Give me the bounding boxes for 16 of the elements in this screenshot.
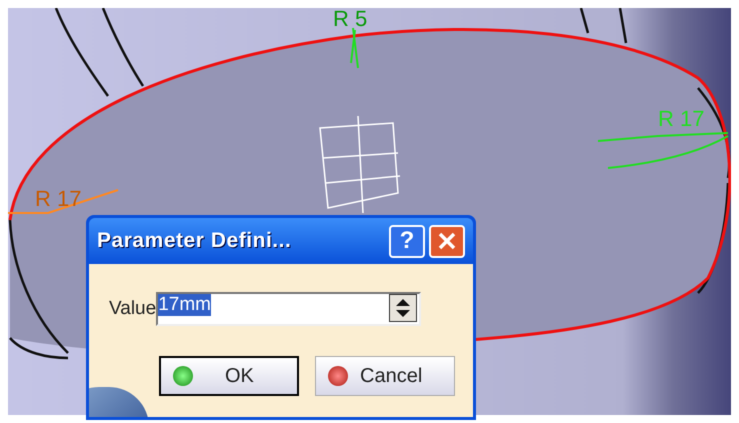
up-down-arrows-icon [395, 298, 412, 318]
help-button[interactable]: ? [389, 224, 425, 258]
dialog-title: Parameter Defini... [97, 228, 292, 254]
dimension-label: R 5 [333, 8, 368, 30]
cancel-button[interactable]: Cancel [315, 356, 455, 396]
dimension-label: R 17 [658, 108, 704, 130]
value-label: Value [109, 296, 156, 321]
grid-symbol-icon [319, 115, 401, 214]
close-icon [438, 232, 456, 250]
close-button[interactable] [429, 224, 465, 258]
spinner-button[interactable] [389, 294, 418, 322]
value-field[interactable]: 17mm [156, 292, 422, 326]
value-text: 17mm [158, 294, 211, 316]
dimension-label: R 17 [35, 188, 82, 210]
dimension-line [350, 27, 359, 69]
ok-button[interactable]: OK [159, 356, 299, 396]
